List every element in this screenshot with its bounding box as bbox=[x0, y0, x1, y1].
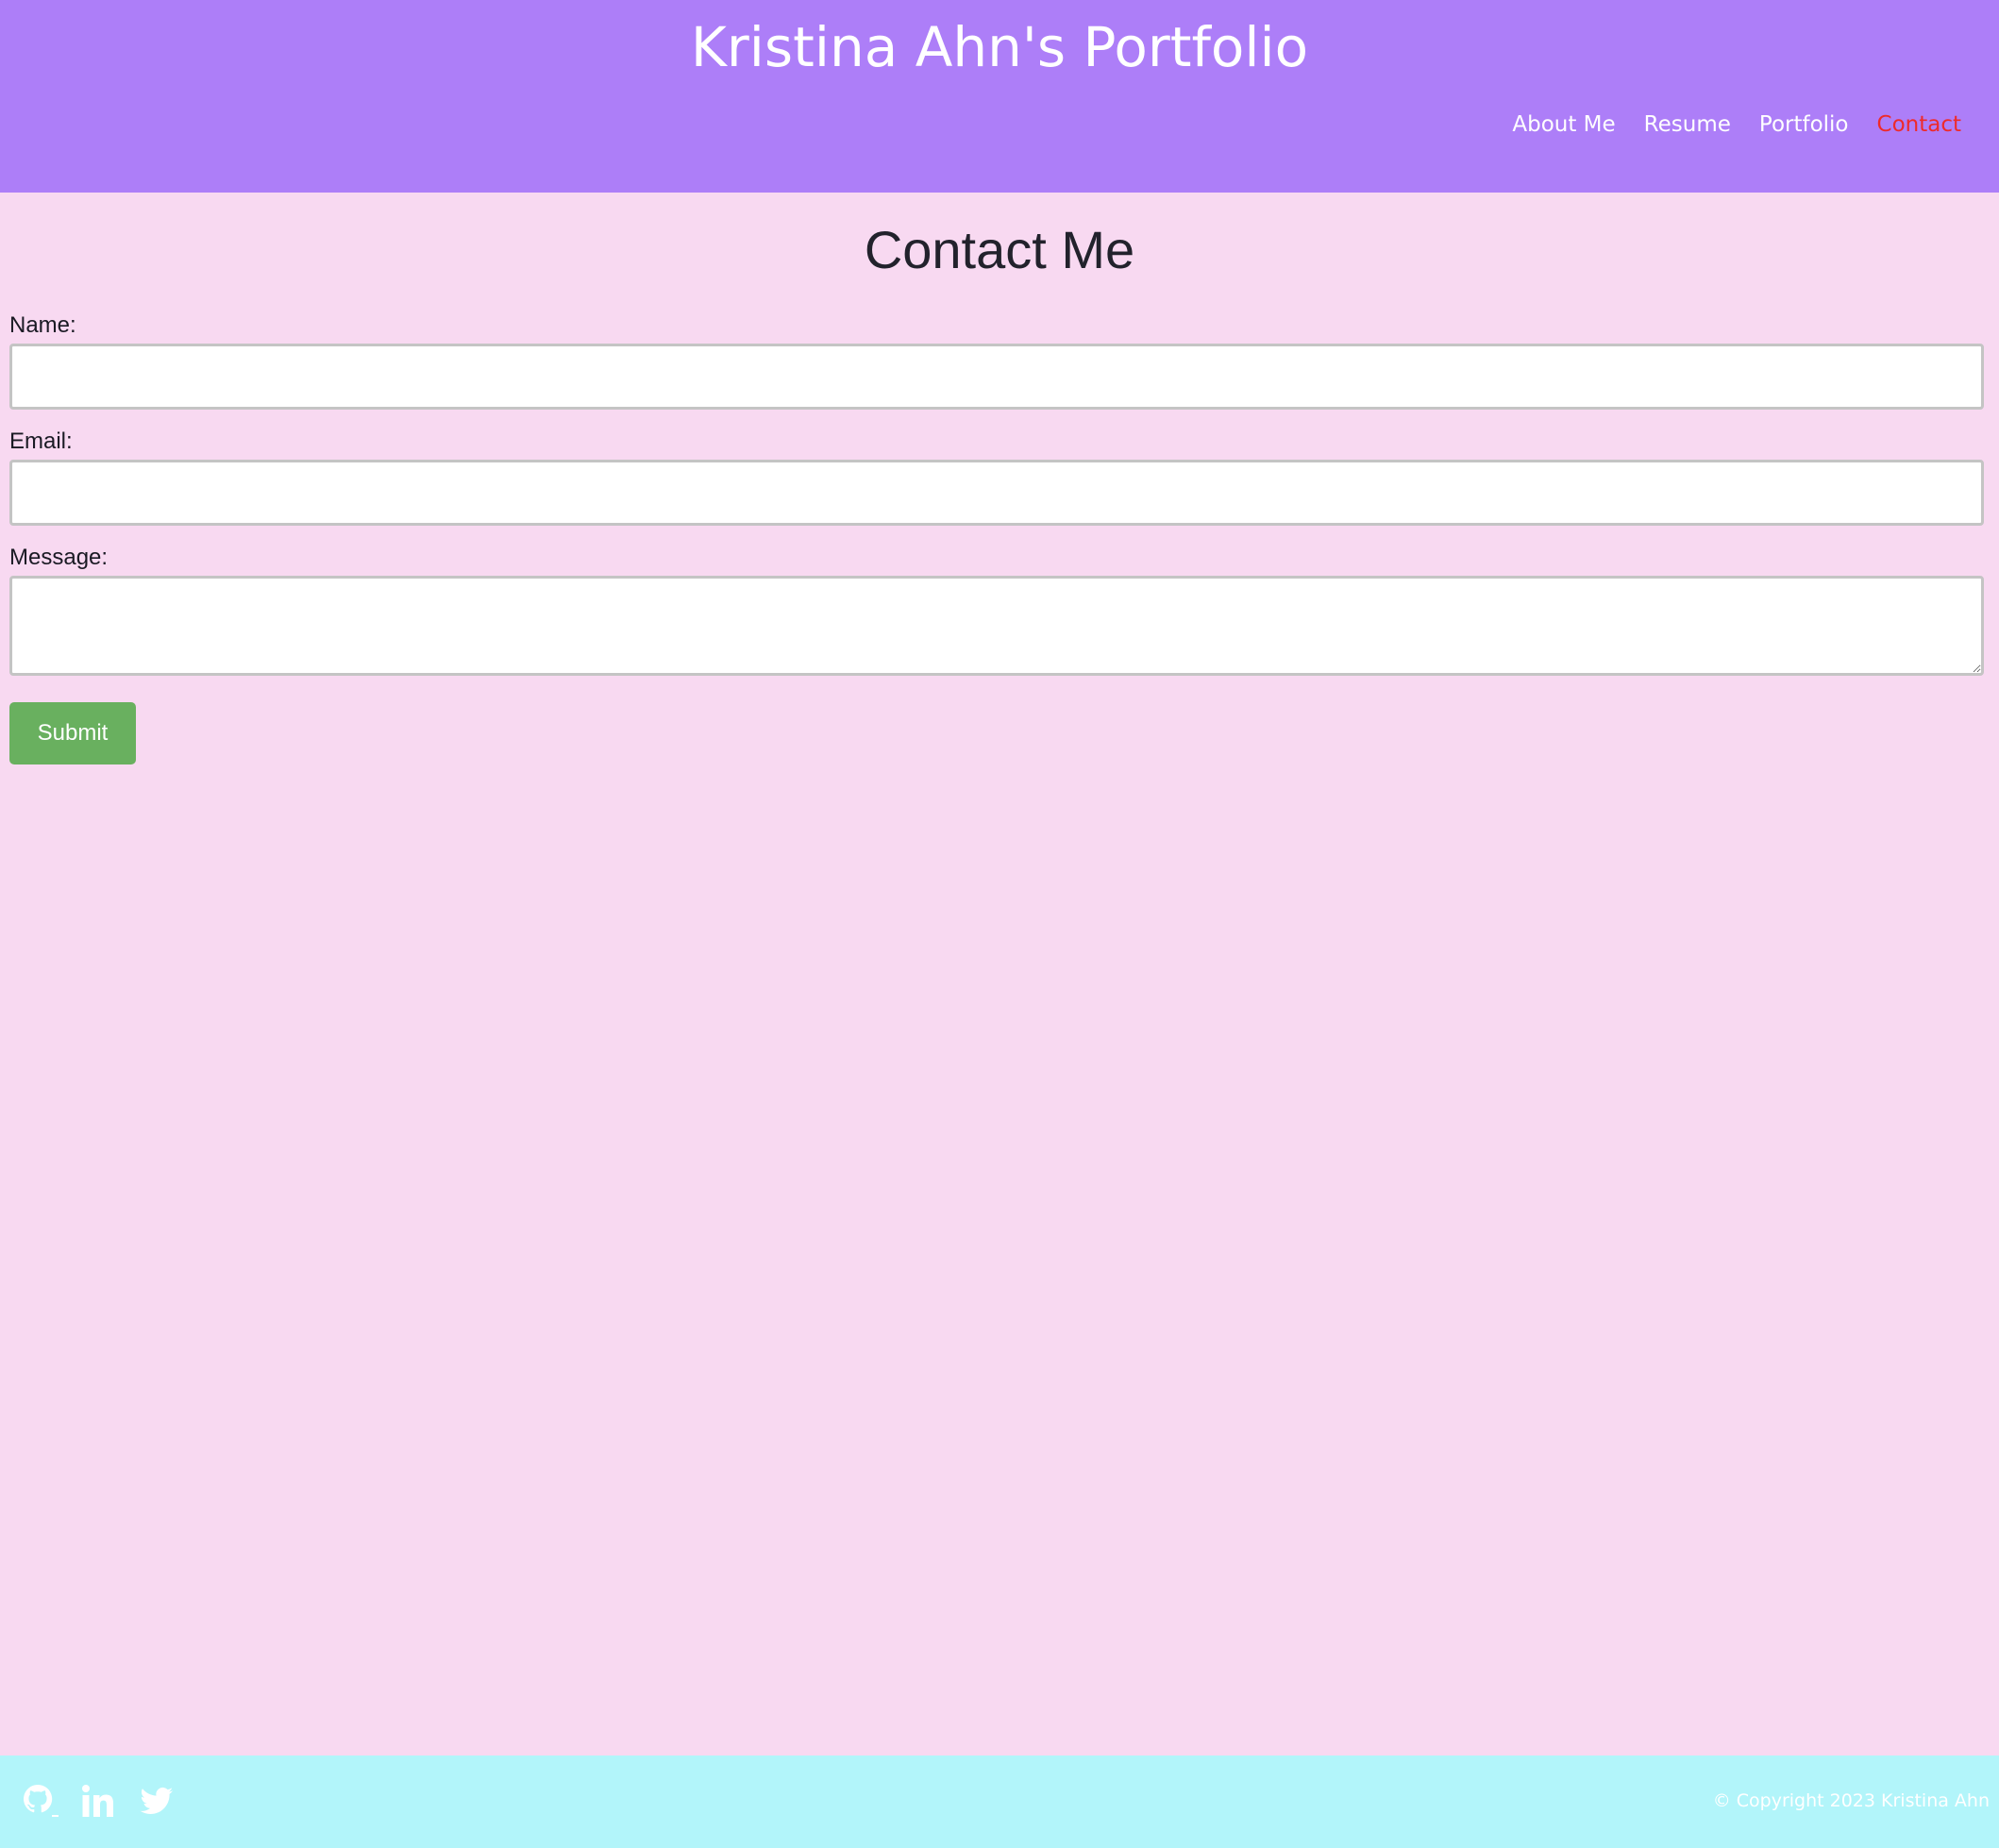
github-icon bbox=[24, 1784, 59, 1817]
github-link[interactable] bbox=[23, 1784, 59, 1818]
message-textarea[interactable] bbox=[9, 576, 1984, 676]
site-footer: © Copyright 2023 Kristina Ahn bbox=[0, 1756, 1999, 1848]
social-links bbox=[23, 1784, 174, 1818]
email-input[interactable] bbox=[9, 460, 1984, 526]
nav-contact[interactable]: Contact bbox=[1877, 109, 1961, 140]
site-header: Kristina Ahn's Portfolio About Me Resume… bbox=[0, 0, 1999, 193]
site-title: Kristina Ahn's Portfolio bbox=[690, 15, 1309, 79]
nav-portfolio[interactable]: Portfolio bbox=[1759, 109, 1849, 140]
email-label: Email: bbox=[9, 428, 73, 454]
nav-resume[interactable]: Resume bbox=[1644, 109, 1731, 140]
name-input[interactable] bbox=[9, 344, 1984, 410]
message-label: Message: bbox=[9, 545, 109, 570]
main-nav: About Me Resume Portfolio Contact bbox=[1512, 109, 1961, 140]
submit-button[interactable]: Submit bbox=[9, 702, 136, 764]
linkedin-icon bbox=[82, 1785, 113, 1817]
linkedin-link[interactable] bbox=[81, 1784, 115, 1818]
twitter-link[interactable] bbox=[140, 1784, 174, 1818]
nav-about-me[interactable]: About Me bbox=[1512, 109, 1615, 140]
name-label: Name: bbox=[9, 312, 76, 338]
copyright-text: © Copyright 2023 Kristina Ahn bbox=[1712, 1790, 1990, 1811]
page-heading: Contact Me bbox=[864, 220, 1135, 279]
twitter-icon bbox=[140, 1787, 174, 1814]
